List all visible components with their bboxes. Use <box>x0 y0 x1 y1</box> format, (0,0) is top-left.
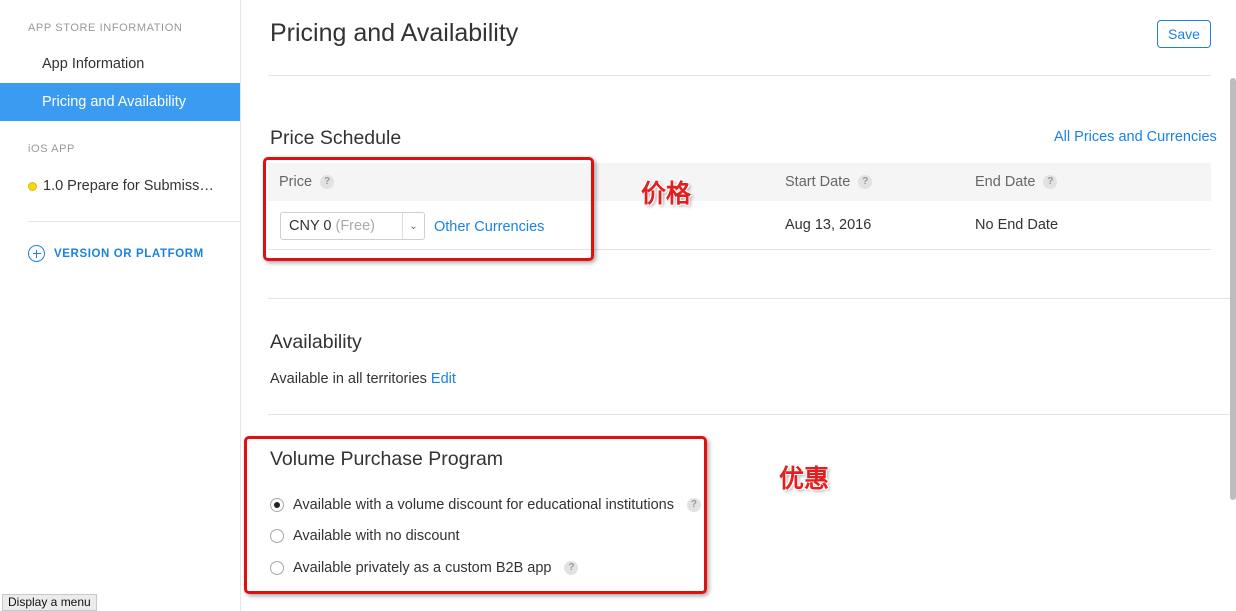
sidebar-version-label: 1.0 Prepare for Submiss… <box>43 178 214 194</box>
help-icon[interactable]: ? <box>858 175 873 189</box>
page-title: Pricing and Availability <box>270 19 519 47</box>
column-header-start-date-label: Start Date <box>785 174 851 190</box>
end-date-value: No End Date <box>975 217 1059 233</box>
annotation-label-price: 价格 <box>641 179 692 208</box>
sidebar-divider <box>28 221 240 222</box>
section-divider <box>268 414 1236 415</box>
sidebar-item-version[interactable]: 1.0 Prepare for Submiss… <box>28 175 214 197</box>
annotation-box-discount <box>244 436 707 594</box>
header-divider <box>268 75 1211 76</box>
help-icon[interactable]: ? <box>1043 175 1058 189</box>
availability-edit-link[interactable]: Edit <box>431 371 456 387</box>
plus-circle-icon <box>28 245 45 262</box>
tooltip: Display a menu <box>2 594 97 611</box>
annotation-label-discount: 优惠 <box>779 464 830 493</box>
add-version-label: VERSION OR PLATFORM <box>54 247 204 260</box>
annotation-box-price <box>263 157 594 261</box>
availability-text: Available in all territories Edit <box>270 371 456 387</box>
sidebar-section-ios-app: iOS APP <box>28 143 75 155</box>
section-divider <box>268 298 1236 299</box>
save-button[interactable]: Save <box>1157 20 1211 48</box>
all-prices-link[interactable]: All Prices and Currencies <box>1054 129 1217 145</box>
sidebar-section-app-store: APP STORE INFORMATION <box>28 22 183 34</box>
scrollbar[interactable] <box>1230 78 1236 500</box>
sidebar-item-app-information[interactable]: App Information <box>0 45 240 83</box>
add-version-button[interactable]: VERSION OR PLATFORM <box>28 245 204 262</box>
availability-title: Availability <box>270 331 362 353</box>
sidebar-item-pricing-and-availability[interactable]: Pricing and Availability <box>0 83 240 121</box>
start-date-value: Aug 13, 2016 <box>785 217 872 233</box>
app-root: APP STORE INFORMATION App Information Pr… <box>0 0 1236 611</box>
sidebar: APP STORE INFORMATION App Information Pr… <box>0 0 241 611</box>
column-header-end-date-label: End Date <box>975 174 1036 190</box>
column-header-start-date: Start Date ? <box>785 163 873 201</box>
column-header-end-date: End Date ? <box>975 163 1058 201</box>
availability-label: Available in all territories <box>270 371 427 387</box>
status-dot-icon <box>28 181 37 191</box>
price-schedule-title: Price Schedule <box>270 127 402 149</box>
